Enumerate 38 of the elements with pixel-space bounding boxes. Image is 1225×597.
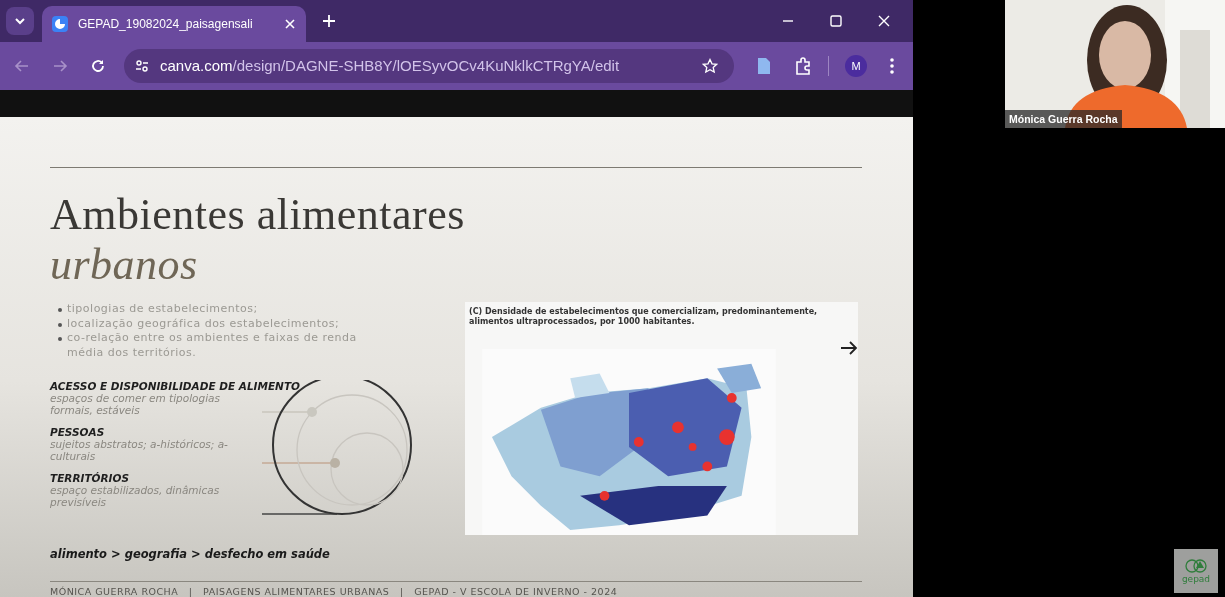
concept-description: sujeitos abstratos; a-históricos; a-culturais [50,438,229,462]
close-window-icon[interactable] [877,14,891,28]
menu-icon[interactable] [889,56,895,75]
profile-avatar[interactable]: M [845,54,867,77]
figure-caption: (C) Densidade de estabelecimentos que comercializam, predominantemente, alimentos ultraprocessados, por 1000 habitantes. [469,307,819,327]
bullet-item: co-relação entre os ambientes e faixas de renda média dos territórios. [58,331,388,360]
back-icon[interactable] [14,57,30,74]
site-settings-icon[interactable] [134,57,150,74]
concept-description: espaços de comer em tipologias formais, estáveis [50,392,221,416]
url-text: canva.com/design/DAGNE-SHB8Y/lOESyvOCv4KuNklkCTRgYA/edit [160,57,621,75]
browser-tab[interactable]: GEPAD_19082024_paisagensali [42,6,306,42]
new-tab-icon[interactable] [322,14,336,28]
address-bar[interactable]: canva.com/design/DAGNE-SHB8Y/lOESyvOCv4KuNklkCTRgYA/edit [124,48,734,83]
close-icon[interactable] [284,18,296,30]
tab-list-button[interactable] [6,7,34,35]
participant-name: Mónica Guerra Rocha [1005,110,1122,128]
extensions-icon[interactable] [794,56,812,75]
concept-description: espaço estabilizados, dinâmicas previsíveis [50,484,221,508]
star-icon[interactable] [702,57,718,74]
summary-text: alimento > geografia > desfecho em saúde [50,547,331,561]
tab-title: GEPAD_19082024_paisagensali [78,17,254,31]
maximize-icon[interactable] [829,14,843,28]
next-arrow-icon[interactable] [840,339,858,356]
concept-heading: PESSOAS [50,426,106,438]
slide-title: Ambientes alimentares [50,192,466,238]
concept-heading: ACESSO E DISPONIBILIDADE DE ALIMENTO [50,380,300,392]
forward-icon[interactable] [52,57,68,74]
reload-icon[interactable] [90,57,106,74]
tree-logo-icon [1185,558,1207,574]
slide-title-emphasis: urbanos [50,242,199,288]
document-icon[interactable] [756,56,772,75]
app-icon [52,16,68,32]
bullet-item: tipologias de estabelecimentos; [58,302,388,317]
slide-footer: MÓNICA GUERRA ROCHA | PAISAGENS ALIMENTARES URBANAS | GEPAD - V ESCOLA DE INVERNO - 2024 [50,586,863,597]
concept-heading: TERRITÓRIOS [50,472,130,484]
bullet-item: localização geográfica dos estabelecimentos; [58,316,388,331]
logo-text: gepad [1181,574,1211,584]
chevron-down-icon [14,15,26,27]
